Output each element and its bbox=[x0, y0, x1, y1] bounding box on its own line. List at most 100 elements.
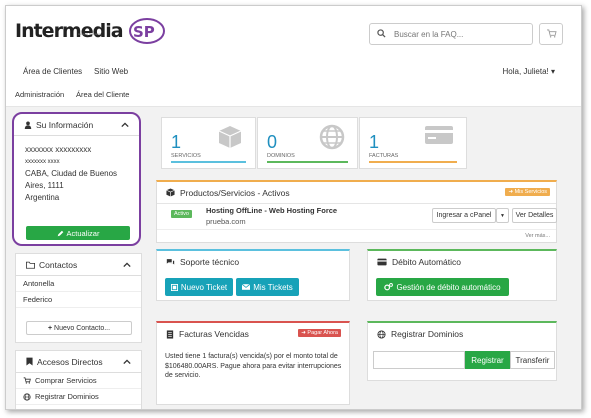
cart-button[interactable] bbox=[539, 23, 563, 45]
transfer-label: Transferir bbox=[515, 355, 550, 365]
stat-bar bbox=[267, 161, 348, 163]
info-line: xxxxxxx xxxx bbox=[25, 159, 60, 165]
shortcut-label: Registrar Dominios bbox=[35, 392, 99, 401]
breadcrumb-area-cliente[interactable]: Área del Cliente bbox=[76, 90, 129, 99]
debit-manage-label: Gestión de débito automático bbox=[396, 282, 501, 292]
cpanel-dropdown-toggle[interactable]: ▼ bbox=[496, 208, 509, 223]
search-icon bbox=[377, 28, 386, 40]
info-line: xxxxxxx xxxxxxxxx bbox=[25, 145, 92, 154]
register-domains-box: Registrar Dominios Registrar Transferir bbox=[367, 321, 557, 381]
register-button[interactable]: Registrar bbox=[465, 351, 510, 369]
contact-item[interactable]: Antonella bbox=[16, 276, 141, 292]
my-tickets-button[interactable]: Mis Tickets bbox=[236, 278, 299, 296]
shortcut-buy-services[interactable]: Comprar Servicios bbox=[16, 373, 141, 389]
svg-text:SP: SP bbox=[133, 23, 155, 41]
comments-icon bbox=[166, 258, 175, 266]
stat-label: DOMINIOS bbox=[267, 153, 295, 159]
globe-icon bbox=[319, 124, 345, 152]
credit-card-icon bbox=[424, 124, 454, 148]
product-row[interactable]: Activo Hosting OffLine - Web Hosting For… bbox=[157, 204, 557, 230]
user-menu[interactable]: Hola, Julieta! ▾ bbox=[503, 67, 555, 76]
register-domains-title: Registrar Dominios bbox=[391, 329, 464, 339]
box-icon bbox=[217, 124, 243, 152]
breadcrumb-administracion[interactable]: Administración bbox=[15, 90, 64, 99]
chevron-up-icon[interactable] bbox=[121, 120, 129, 130]
status-badge: Activo bbox=[171, 210, 192, 218]
new-ticket-label: Nuevo Ticket bbox=[180, 282, 228, 292]
domain-input[interactable] bbox=[373, 351, 465, 369]
debit-box: Débito Automático Gestión de débito auto… bbox=[367, 249, 557, 301]
invoices-box: Facturas Vencidas ➜ Pagar Ahora Usted ti… bbox=[156, 321, 350, 405]
cpanel-login-button[interactable]: Ingresar a cPanel bbox=[432, 208, 496, 223]
top-nav: Área de Clientes Sitio Web Hola, Julieta… bbox=[6, 61, 581, 83]
my-services-badge[interactable]: ➜ Mis Servicios bbox=[505, 188, 550, 196]
caret-down-icon: ▼ bbox=[500, 212, 505, 219]
invoices-header: Facturas Vencidas ➜ Pagar Ahora bbox=[157, 323, 349, 345]
shortcuts-panel-title: Accesos Directos bbox=[37, 356, 103, 367]
chevron-up-icon[interactable] bbox=[123, 260, 131, 270]
nav-sitio-web[interactable]: Sitio Web bbox=[94, 67, 128, 76]
search-input[interactable] bbox=[394, 29, 524, 39]
contacts-panel-title: Contactos bbox=[39, 259, 78, 270]
products-box: Productos/Servicios - Activos ➜ Mis Serv… bbox=[156, 180, 557, 243]
info-line: Argentina bbox=[25, 193, 60, 202]
product-domain: prueba.com bbox=[206, 217, 246, 226]
products-title: Productos/Servicios - Activos bbox=[180, 187, 290, 198]
plus-icon: + bbox=[47, 324, 53, 332]
update-label: Actualizar bbox=[66, 228, 100, 238]
ticket-icon bbox=[170, 283, 178, 291]
support-title: Soporte técnico bbox=[180, 257, 240, 267]
pencil-icon bbox=[57, 230, 64, 237]
main-content: Su Información xxxxxxx xxxxxxxxx xxxxxxx… bbox=[6, 107, 581, 409]
chevron-up-icon[interactable] bbox=[123, 357, 131, 367]
credit-card-icon bbox=[377, 258, 387, 266]
stat-value: 0 bbox=[267, 132, 278, 152]
bookmark-icon bbox=[26, 357, 33, 366]
faq-search[interactable] bbox=[369, 23, 533, 45]
new-ticket-button[interactable]: Nuevo Ticket bbox=[165, 278, 233, 296]
stat-label: SERVICIOS bbox=[171, 153, 201, 159]
folder-icon bbox=[26, 261, 35, 269]
globe-icon bbox=[377, 329, 386, 339]
cube-icon bbox=[166, 188, 175, 197]
cart-icon bbox=[546, 28, 557, 40]
invoices-title: Facturas Vencidas bbox=[179, 329, 249, 339]
update-button[interactable]: Actualizar bbox=[26, 226, 130, 240]
header: Intermedia SP Hosting Solutions bbox=[6, 6, 581, 61]
debit-header: Débito Automático bbox=[368, 251, 556, 273]
stat-label: FACTURAS bbox=[369, 153, 399, 159]
logo-tagline: Hosting Solutions bbox=[78, 32, 102, 36]
stat-invoices[interactable]: 1 FACTURAS bbox=[359, 117, 467, 169]
stat-value: 1 bbox=[369, 132, 380, 152]
contacts-panel-header[interactable]: Contactos bbox=[16, 254, 141, 276]
stat-bar bbox=[171, 161, 246, 163]
support-header: Soporte técnico bbox=[157, 251, 349, 273]
info-panel-header[interactable]: Su Información bbox=[14, 114, 139, 136]
globe-icon bbox=[23, 392, 31, 401]
stat-bar bbox=[369, 161, 457, 163]
cpanel-label: Ingresar a cPanel bbox=[436, 212, 492, 219]
info-panel: Su Información xxxxxxx xxxxxxxxx xxxxxxx… bbox=[12, 112, 141, 246]
stat-value: 1 bbox=[171, 132, 182, 152]
see-more-link[interactable]: Ver más... bbox=[525, 233, 550, 239]
new-contact-button[interactable]: + Nuevo Contacto... bbox=[26, 321, 132, 335]
details-label: Ver Detalles bbox=[515, 212, 554, 219]
details-button[interactable]: Ver Detalles bbox=[512, 208, 557, 223]
shortcuts-panel-header[interactable]: Accesos Directos bbox=[16, 351, 141, 373]
user-icon bbox=[24, 121, 32, 129]
info-body: xxxxxxx xxxxxxxxx xxxxxxx xxxx CABA, Ciu… bbox=[14, 136, 139, 212]
contact-item[interactable]: Federico bbox=[16, 292, 141, 308]
debit-title: Débito Automático bbox=[392, 257, 461, 267]
app-window: Intermedia SP Hosting Solutions Área de … bbox=[5, 5, 582, 410]
envelope-icon bbox=[242, 284, 251, 290]
pay-now-badge[interactable]: ➜ Pagar Ahora bbox=[298, 329, 341, 337]
shortcut-register-domains[interactable]: Registrar Dominios bbox=[16, 389, 141, 405]
info-panel-title: Su Información bbox=[36, 119, 94, 130]
cogs-icon bbox=[384, 283, 394, 291]
nav-area-clientes[interactable]: Área de Clientes bbox=[23, 67, 82, 76]
debit-manage-button[interactable]: Gestión de débito automático bbox=[376, 278, 509, 296]
stat-services[interactable]: 1 SERVICIOS bbox=[161, 117, 256, 169]
stat-domains[interactable]: 0 DOMINIOS bbox=[257, 117, 358, 169]
transfer-button[interactable]: Transferir bbox=[510, 351, 555, 369]
invoices-message: Usted tiene 1 factura(s) vencida(s) por … bbox=[165, 353, 342, 379]
